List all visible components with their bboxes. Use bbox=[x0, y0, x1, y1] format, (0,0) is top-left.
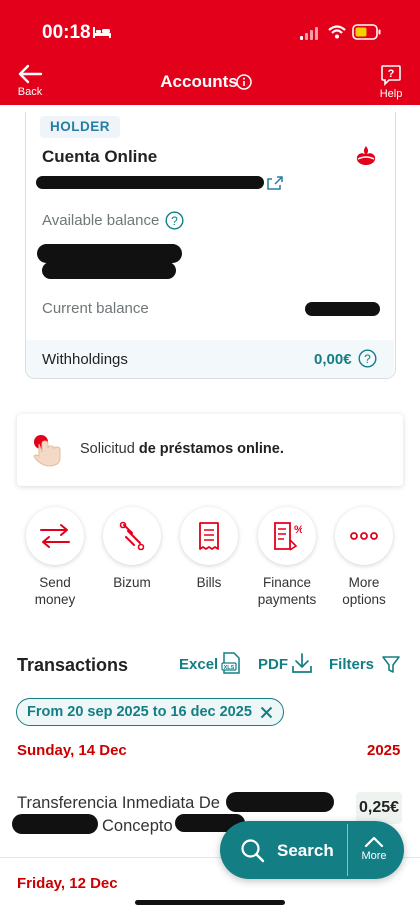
holder-badge: HOLDER bbox=[40, 116, 120, 138]
help-chat-icon: ? bbox=[381, 65, 401, 86]
info-icon[interactable] bbox=[236, 74, 252, 90]
svg-text:?: ? bbox=[388, 68, 395, 80]
transactions-title: Transactions bbox=[17, 655, 129, 675]
help-label: Help bbox=[379, 88, 403, 100]
available-balance-label: Available balance bbox=[42, 212, 160, 229]
external-link-icon[interactable] bbox=[266, 175, 284, 191]
wifi-icon bbox=[328, 25, 346, 39]
help-button[interactable]: ? Help bbox=[374, 64, 408, 104]
question-circle-icon[interactable]: ? bbox=[165, 211, 184, 230]
account-name: Cuenta Online bbox=[42, 147, 158, 166]
chevron-up-icon bbox=[364, 836, 384, 848]
current-balance-label: Current balance bbox=[42, 300, 149, 317]
transaction-amount: 0,25€ bbox=[356, 792, 402, 824]
year-header: 2025 bbox=[367, 742, 401, 759]
send-money-label: Send money bbox=[34, 575, 76, 607]
svg-text:?: ? bbox=[171, 214, 178, 228]
cell-signal-icon bbox=[300, 27, 320, 40]
loan-promo-text: Solicitud de préstamos online. bbox=[80, 441, 284, 457]
bizum-button[interactable]: Bizum bbox=[94, 507, 170, 591]
sleep-mode-icon bbox=[92, 25, 112, 39]
svg-text:%: % bbox=[294, 524, 302, 536]
more-options-label: More options bbox=[342, 575, 386, 607]
filter-funnel-icon bbox=[381, 654, 401, 674]
fab-separator bbox=[347, 824, 348, 876]
filters-button[interactable]: Filters bbox=[329, 656, 374, 673]
download-icon bbox=[291, 652, 313, 674]
page-title: Accounts bbox=[160, 72, 238, 91]
redacted-current-balance bbox=[305, 302, 380, 316]
search-label[interactable]: Search bbox=[277, 841, 334, 861]
receipt-icon bbox=[199, 522, 219, 550]
search-icon bbox=[240, 838, 266, 864]
redacted-sender bbox=[226, 792, 334, 812]
withholdings-value: 0,00€ bbox=[314, 351, 352, 368]
date-range-filter-chip[interactable]: From 20 sep 2025 to 16 dec 2025 bbox=[16, 698, 284, 726]
send-money-button[interactable]: Send money bbox=[17, 507, 93, 608]
finance-document-icon: % bbox=[274, 522, 302, 551]
withholdings-help-icon[interactable]: ? bbox=[358, 349, 377, 368]
more-label: More bbox=[361, 850, 387, 862]
day-header-2: Friday, 12 Dec bbox=[17, 875, 118, 892]
redacted-available-balance bbox=[37, 244, 182, 263]
home-indicator bbox=[135, 900, 285, 905]
pdf-export-button[interactable]: PDF bbox=[258, 656, 288, 673]
day-header: Sunday, 14 Dec bbox=[17, 742, 127, 759]
transfer-arrows-icon bbox=[40, 524, 70, 548]
tap-hand-icon bbox=[30, 430, 68, 470]
excel-export-button[interactable]: Excel bbox=[179, 656, 218, 673]
redacted-available-balance-2 bbox=[42, 262, 176, 279]
close-icon[interactable] bbox=[260, 706, 273, 719]
bills-button[interactable]: Bills bbox=[171, 507, 247, 591]
more-dots-icon bbox=[350, 532, 378, 540]
battery-icon bbox=[352, 23, 382, 41]
more-options-button[interactable]: More options bbox=[326, 507, 402, 608]
more-button[interactable]: More bbox=[352, 836, 396, 862]
bizum-label: Bizum bbox=[113, 575, 151, 590]
redacted-account-number bbox=[36, 176, 264, 189]
svg-text:XLS: XLS bbox=[224, 665, 235, 671]
date-range-text: From 20 sep 2025 to 16 dec 2025 bbox=[27, 704, 252, 720]
withholdings-label: Withholdings bbox=[42, 351, 128, 368]
finance-payments-button[interactable]: % Finance payments bbox=[249, 507, 325, 608]
redacted-desc-prefix bbox=[12, 814, 98, 834]
bizum-icon bbox=[119, 521, 145, 551]
santander-flame-logo bbox=[354, 145, 378, 167]
status-time: 00:18 bbox=[42, 22, 91, 43]
bills-label: Bills bbox=[196, 575, 222, 590]
finance-payments-label: Finance payments bbox=[257, 575, 317, 607]
xls-file-icon: XLS bbox=[221, 651, 241, 675]
svg-text:?: ? bbox=[364, 352, 371, 366]
